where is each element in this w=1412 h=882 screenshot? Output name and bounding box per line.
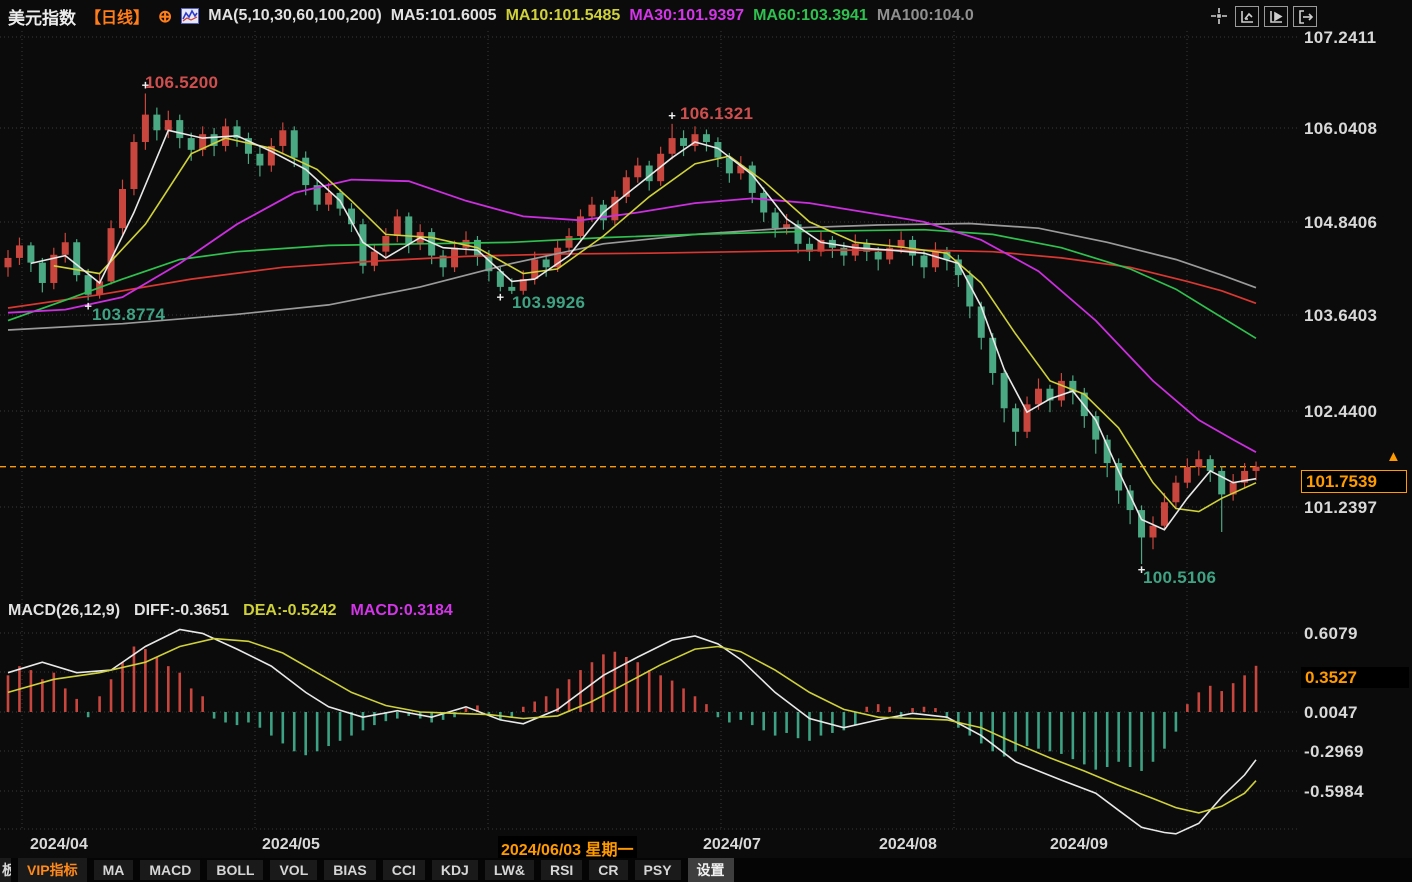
svg-text:+: +	[668, 108, 676, 123]
macd-header: MACD(26,12,9) DIFF:-0.3651 DEA:-0.5242 M…	[8, 602, 453, 620]
price-axis-label: 106.0408	[1304, 119, 1378, 138]
circle-plus-icon[interactable]: ⊕	[158, 8, 172, 25]
time-axis-label: 2024/09	[1050, 836, 1108, 853]
ma-line-MA60	[7, 228, 1257, 340]
ma-line-MA10	[53, 137, 1257, 513]
ma10-value: MA10:101.5485	[505, 7, 621, 24]
ma5-value: MA5:101.6005	[390, 7, 497, 24]
time-axis-label: 2024/05	[262, 836, 320, 853]
moving-average-lines	[7, 129, 1257, 531]
tab-boll[interactable]: BOLL	[207, 860, 264, 880]
ma-line-MA5	[30, 129, 1257, 531]
tab-lwr[interactable]: LW&	[484, 860, 534, 880]
price-axis-label: 102.4400	[1304, 402, 1378, 421]
ma-line-MA200	[7, 249, 1257, 309]
macd-line-DIFF	[7, 628, 1257, 835]
ma100-value: MA100:104.0	[876, 7, 974, 24]
tab-cci[interactable]: CCI	[382, 860, 425, 880]
time-axis-label-selected: 2024/06/03 星期一	[498, 836, 637, 860]
mini-chart-icon	[181, 8, 200, 24]
macd-lines	[7, 628, 1257, 835]
ma-group-label: MA(5,10,30,60,100,200)	[208, 7, 382, 24]
high-annotation: 106.5200	[145, 73, 219, 92]
macd-histogram	[6, 646, 1258, 771]
price-axis-label: 107.2411	[1304, 28, 1377, 47]
macd-dea-value: DEA:-0.5242	[243, 602, 337, 619]
time-axis-label: 2024/08	[879, 836, 937, 853]
crosshair-icon[interactable]	[1208, 6, 1230, 25]
price-axis-label: 101.2397	[1304, 498, 1378, 517]
macd-current-badge: 0.3527	[1301, 667, 1409, 688]
pane-exit-icon[interactable]	[1293, 6, 1317, 27]
tab-bias[interactable]: BIAS	[324, 860, 376, 880]
tab-settings[interactable]: 设置	[687, 858, 734, 882]
tab-vol[interactable]: VOL	[270, 860, 318, 880]
macd-axis-label: -0.2969	[1304, 742, 1364, 761]
current-price-badge: 101.7539	[1301, 470, 1407, 493]
chart-toolbar-icons	[1208, 6, 1317, 27]
low-annotation: 103.9926	[512, 293, 586, 312]
svg-text:+: +	[497, 289, 505, 304]
axis-play-icon[interactable]	[1264, 6, 1288, 27]
macd-value: MACD:0.3184	[350, 602, 453, 619]
low-annotation: 103.8774	[92, 305, 166, 324]
ma30-value: MA30:101.9397	[629, 7, 745, 24]
macd-axis-label: -0.5984	[1304, 782, 1364, 801]
tab-psy[interactable]: PSY	[634, 860, 681, 880]
macd-axis-label: 0.6079	[1304, 624, 1358, 643]
tab-macd[interactable]: MACD	[140, 860, 201, 880]
ma-line-MA100	[7, 222, 1257, 331]
trading-chart-app: + + + + + 美元指数 【日线】 ⊕ MA(5,10,30,60,100,200)…	[0, 0, 1412, 882]
macd-diff-value: DIFF:-0.3651	[134, 602, 230, 619]
macd-line-DEA	[7, 637, 1257, 814]
low-annotation: 100.5106	[1143, 568, 1217, 587]
candlestick-series	[4, 93, 1260, 565]
extreme-markers: +++++	[84, 77, 1145, 577]
tab-partial[interactable]: 板	[0, 858, 11, 882]
macd-title: MACD(26,12,9)	[8, 602, 121, 619]
chart-header: 美元指数 【日线】 ⊕ MA(5,10,30,60,100,200) MA5:1…	[8, 4, 974, 28]
time-axis-label: 2024/04	[30, 836, 88, 853]
high-annotation: 106.1321	[680, 104, 754, 123]
period-label[interactable]: 【日线】	[85, 4, 149, 28]
tab-rsi[interactable]: RSI	[540, 860, 583, 880]
price-axis-label: 103.6403	[1304, 306, 1378, 325]
ma60-value: MA60:103.3941	[753, 7, 868, 24]
time-axis: 2024/04 2024/05 2024/06/03 星期一 2024/07 2…	[0, 834, 1412, 860]
price-axis-label: 104.8406	[1304, 213, 1378, 232]
symbol-name: 美元指数	[8, 8, 76, 28]
macd-axis-label: 0.0047	[1304, 703, 1358, 722]
indicator-toolbar: 板 VIP指标 MA MACD BOLL VOL BIAS CCI KDJ LW…	[0, 858, 1412, 882]
axis-chart-icon[interactable]	[1235, 6, 1259, 27]
tab-kdj[interactable]: KDJ	[431, 860, 478, 880]
price-up-arrow-icon: ▲	[1386, 448, 1401, 465]
tab-vip-indicator[interactable]: VIP指标	[18, 858, 87, 882]
time-axis-label: 2024/07	[703, 836, 761, 853]
candlestick-chart-canvas: +++++	[0, 31, 1300, 835]
tab-ma[interactable]: MA	[93, 860, 134, 880]
tab-cr[interactable]: CR	[589, 860, 628, 880]
